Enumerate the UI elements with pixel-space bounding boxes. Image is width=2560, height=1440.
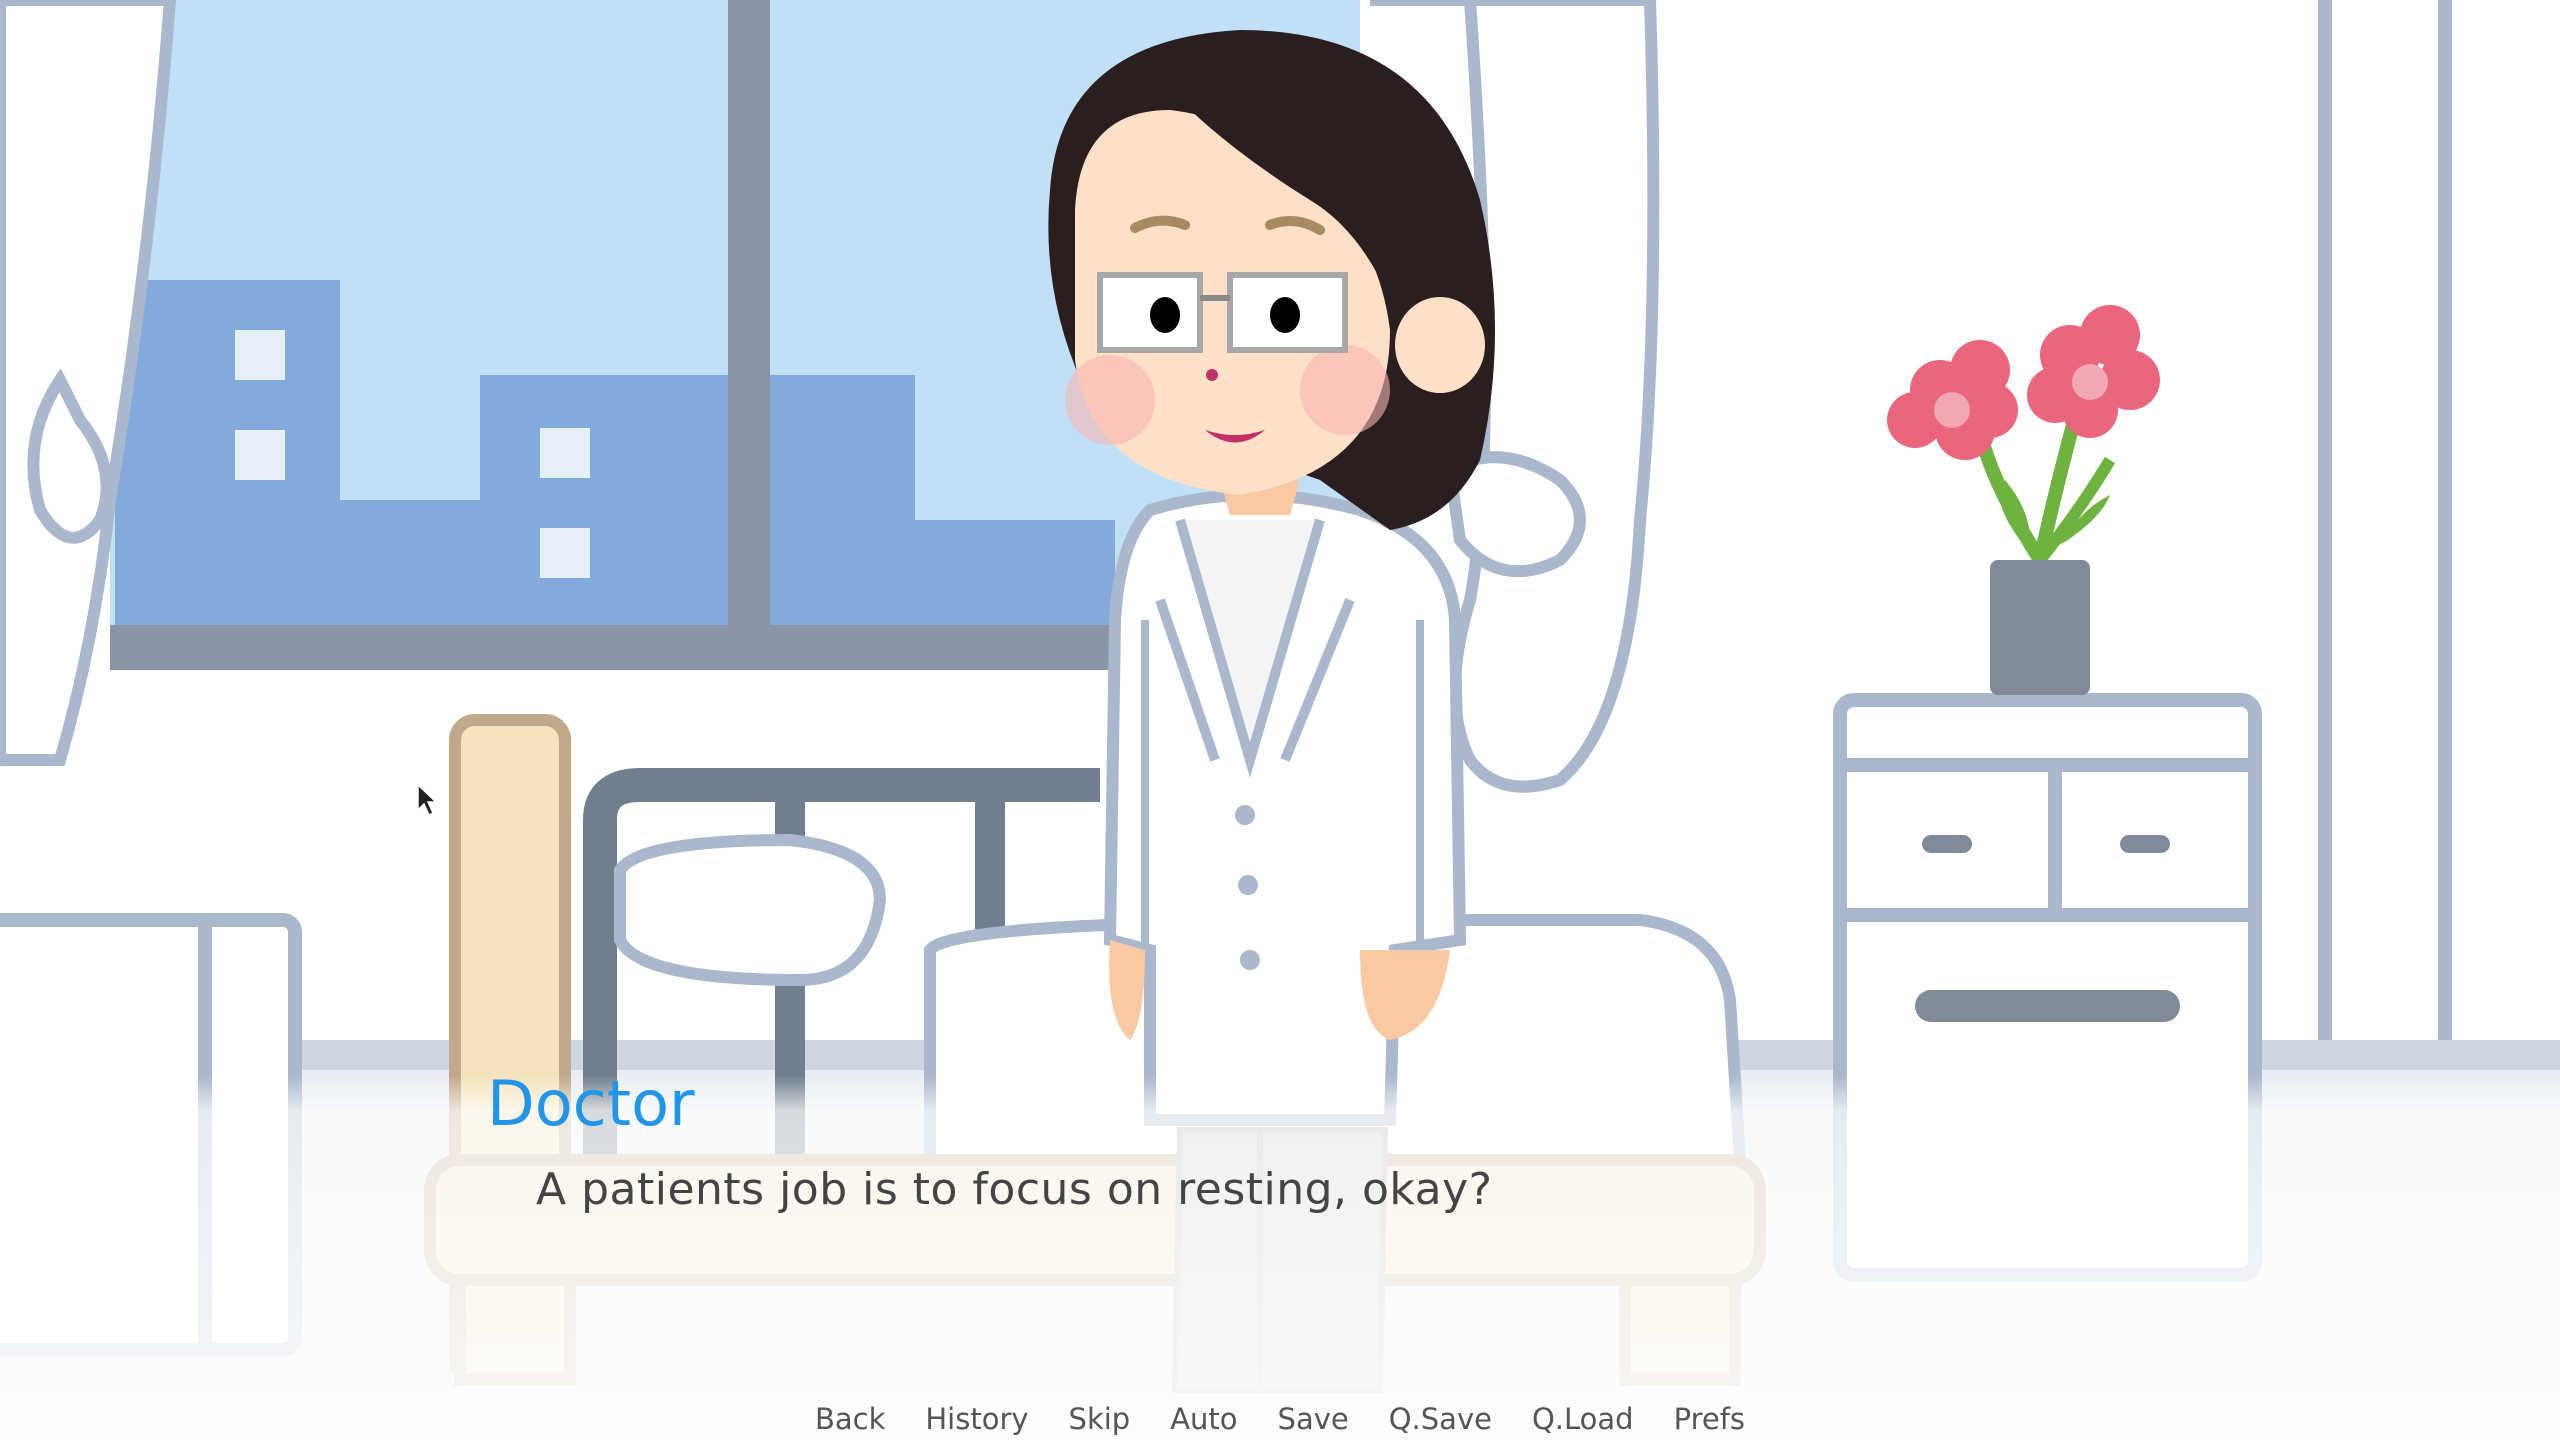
history-button[interactable]: History bbox=[925, 1405, 1028, 1434]
auto-button[interactable]: Auto bbox=[1170, 1405, 1237, 1434]
preferences-button[interactable]: Prefs bbox=[1674, 1405, 1745, 1434]
back-button[interactable]: Back bbox=[815, 1405, 885, 1434]
quick-menu: Back History Skip Auto Save Q.Save Q.Loa… bbox=[0, 1405, 2560, 1434]
speaker-name: Doctor bbox=[487, 1067, 695, 1140]
dialogue-box[interactable] bbox=[0, 1075, 2560, 1440]
skip-button[interactable]: Skip bbox=[1069, 1405, 1131, 1434]
dialogue-text: A patients job is to focus on resting, o… bbox=[536, 1164, 1493, 1215]
quick-save-button[interactable]: Q.Save bbox=[1389, 1405, 1492, 1434]
quick-load-button[interactable]: Q.Load bbox=[1532, 1405, 1634, 1434]
save-button[interactable]: Save bbox=[1278, 1405, 1349, 1434]
